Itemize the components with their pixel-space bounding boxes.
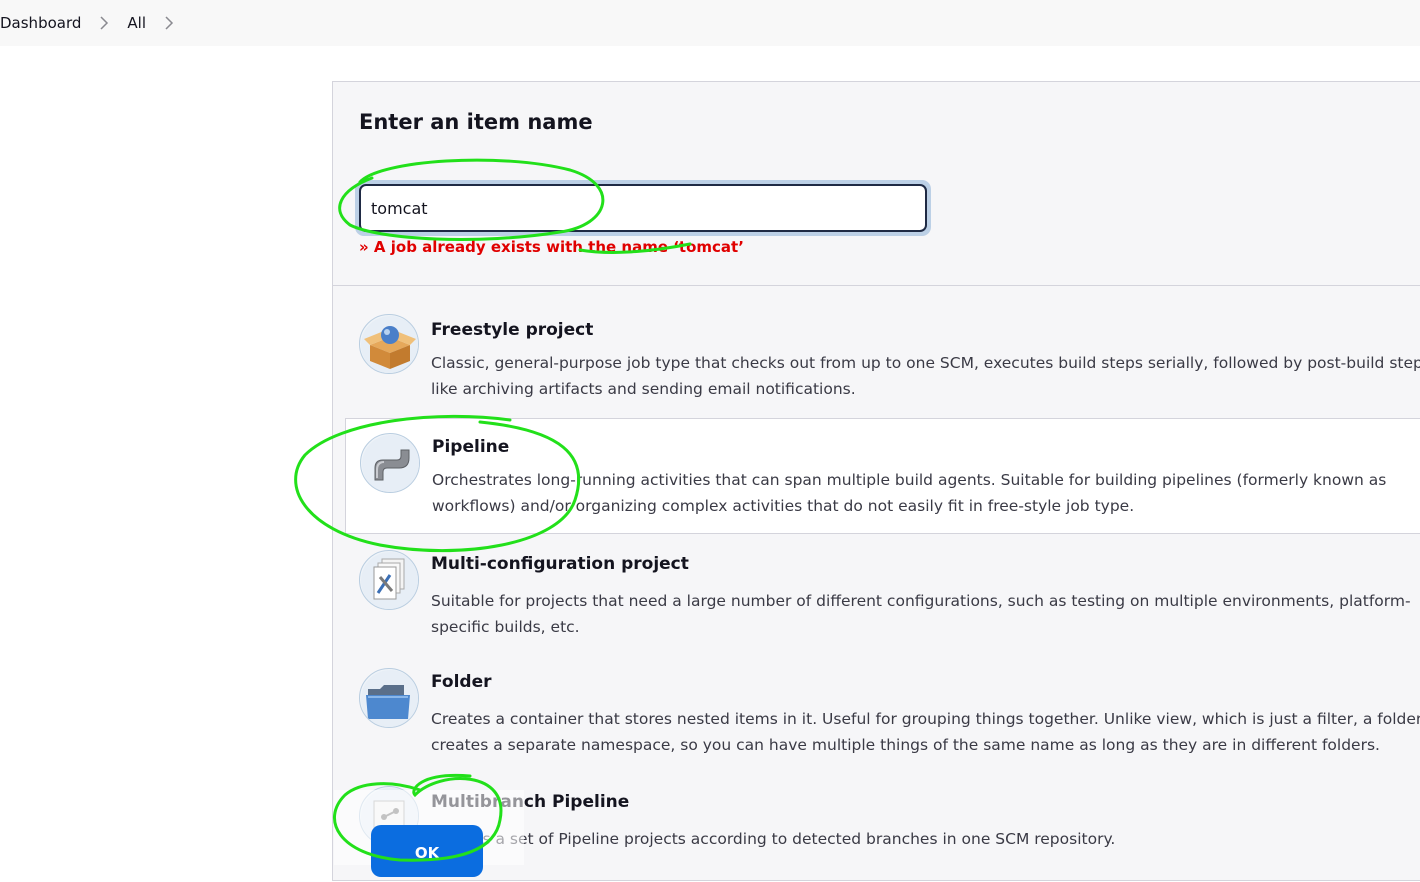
name-exists-error: » A job already exists with the name ‘to…	[359, 238, 744, 256]
folder-icon	[359, 668, 419, 728]
item-name-focus-ring	[355, 180, 931, 236]
item-type-name: Pipeline	[432, 437, 510, 457]
item-type-pipeline[interactable]: Pipeline Orchestrates long-running activ…	[345, 418, 1420, 534]
item-type-description: Creates a container that stores nested i…	[431, 710, 1420, 754]
page-title: Enter an item name	[359, 110, 593, 134]
breadcrumb-dashboard[interactable]: Dashboard	[0, 14, 81, 32]
item-type-name: Multi-configuration project	[431, 554, 689, 574]
freestyle-box-icon	[359, 314, 419, 374]
item-type-description: Suitable for projects that need a large …	[431, 592, 1411, 636]
multi-configuration-icon	[359, 550, 419, 610]
breadcrumb-all[interactable]: All	[127, 14, 146, 32]
item-type-folder[interactable]: Folder Creates a container that stores n…	[345, 654, 1420, 770]
item-name-section: Enter an item name » A job already exist…	[333, 82, 1420, 286]
chevron-right-icon	[99, 15, 109, 31]
item-type-freestyle[interactable]: Freestyle project Classic, general-purpo…	[345, 300, 1420, 418]
item-type-description: Classic, general-purpose job type that c…	[431, 354, 1420, 398]
item-type-multi-configuration[interactable]: Multi-configuration project Suitable for…	[345, 536, 1420, 652]
breadcrumb: Dashboard All	[0, 0, 1420, 46]
item-type-description: Orchestrates long-running activities tha…	[432, 471, 1387, 515]
chevron-right-icon	[164, 15, 174, 31]
item-type-description: Creates a set of Pipeline projects accor…	[431, 830, 1116, 848]
item-type-name: Folder	[431, 672, 492, 692]
new-item-panel: Enter an item name » A job already exist…	[332, 81, 1420, 881]
item-name-input[interactable]	[359, 184, 927, 232]
ok-button[interactable]: OK	[371, 825, 483, 877]
pipeline-pipe-icon	[360, 433, 420, 493]
item-type-name: Freestyle project	[431, 320, 594, 340]
